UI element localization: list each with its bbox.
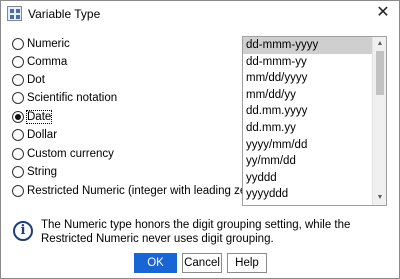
format-item[interactable]: yyyy/mm/dd: [243, 137, 373, 154]
format-item[interactable]: dd.mm.yy: [243, 120, 373, 137]
radio-label: Dollar: [27, 129, 58, 141]
list-scrollbar[interactable]: ▲ ▼: [372, 37, 386, 205]
type-option-custom[interactable]: Custom currency: [12, 146, 114, 162]
type-option-restricted[interactable]: Restricted Numeric (integer with leading…: [12, 183, 266, 199]
type-option-dollar[interactable]: Dollar: [12, 127, 57, 143]
format-item[interactable]: mm/dd/yyyy: [243, 70, 373, 87]
type-option-comma[interactable]: Comma: [12, 54, 67, 70]
radio-label: Date: [25, 110, 53, 124]
radio-label: String: [27, 166, 58, 178]
radio-button[interactable]: [12, 129, 24, 141]
format-items: dd-mmm-yyyy dd-mmm-yy mm/dd/yyyy mm/dd/yy dd…: [243, 37, 373, 206]
title-bar: Variable Type ✕: [1, 1, 399, 27]
format-item[interactable]: yyyyddd: [243, 186, 373, 203]
radio-label: Custom currency: [27, 148, 114, 160]
format-item[interactable]: dd-mmm-yy: [243, 54, 373, 71]
scroll-down-icon[interactable]: ▼: [375, 193, 385, 203]
type-option-date[interactable]: Date: [12, 109, 53, 125]
format-item[interactable]: dd-mmm-yyyy: [243, 37, 373, 54]
type-option-scientific[interactable]: Scientific notation: [12, 90, 117, 106]
radio-button[interactable]: [12, 148, 24, 160]
radio-button[interactable]: [12, 185, 24, 197]
scroll-thumb[interactable]: [376, 51, 384, 95]
info-icon: i: [13, 221, 33, 241]
radio-button[interactable]: [12, 111, 24, 123]
radio-label: Scientific notation: [27, 92, 118, 104]
close-icon[interactable]: ✕: [375, 5, 391, 21]
format-item[interactable]: mm/dd/yy: [243, 87, 373, 104]
cancel-button[interactable]: Cancel: [182, 253, 222, 273]
radio-label: Comma: [27, 56, 68, 68]
format-item[interactable]: yyddd: [243, 170, 373, 187]
type-option-numeric[interactable]: Numeric: [12, 36, 70, 52]
radio-label: Restricted Numeric (integer with leading…: [27, 185, 267, 197]
radio-button[interactable]: [12, 56, 24, 68]
variable-type-dialog: Variable Type ✕ Numeric Comma Dot Scientifi…: [0, 0, 400, 279]
app-icon: [7, 6, 22, 21]
type-option-dot[interactable]: Dot: [12, 72, 45, 88]
date-format-list[interactable]: dd-mmm-yyyy dd-mmm-yy mm/dd/yyyy mm/dd/yy dd…: [242, 36, 387, 206]
scroll-up-icon[interactable]: ▲: [375, 39, 385, 49]
dialog-title: Variable Type: [28, 7, 101, 21]
type-option-string[interactable]: String: [12, 164, 57, 180]
radio-label: Numeric: [27, 38, 70, 50]
format-item[interactable]: dd.mm.yyyy: [243, 103, 373, 120]
radio-button[interactable]: [12, 92, 24, 104]
ok-button[interactable]: OK: [134, 253, 177, 273]
info-text: The Numeric type honors the digit groupi…: [41, 219, 351, 245]
radio-label: Dot: [27, 74, 45, 86]
format-item[interactable]: yy/mm/dd: [243, 153, 373, 170]
radio-button[interactable]: [12, 38, 24, 50]
help-button[interactable]: Help: [227, 253, 267, 273]
radio-button[interactable]: [12, 74, 24, 86]
format-item[interactable]: q Q yyyy: [243, 203, 373, 206]
radio-button[interactable]: [12, 166, 24, 178]
